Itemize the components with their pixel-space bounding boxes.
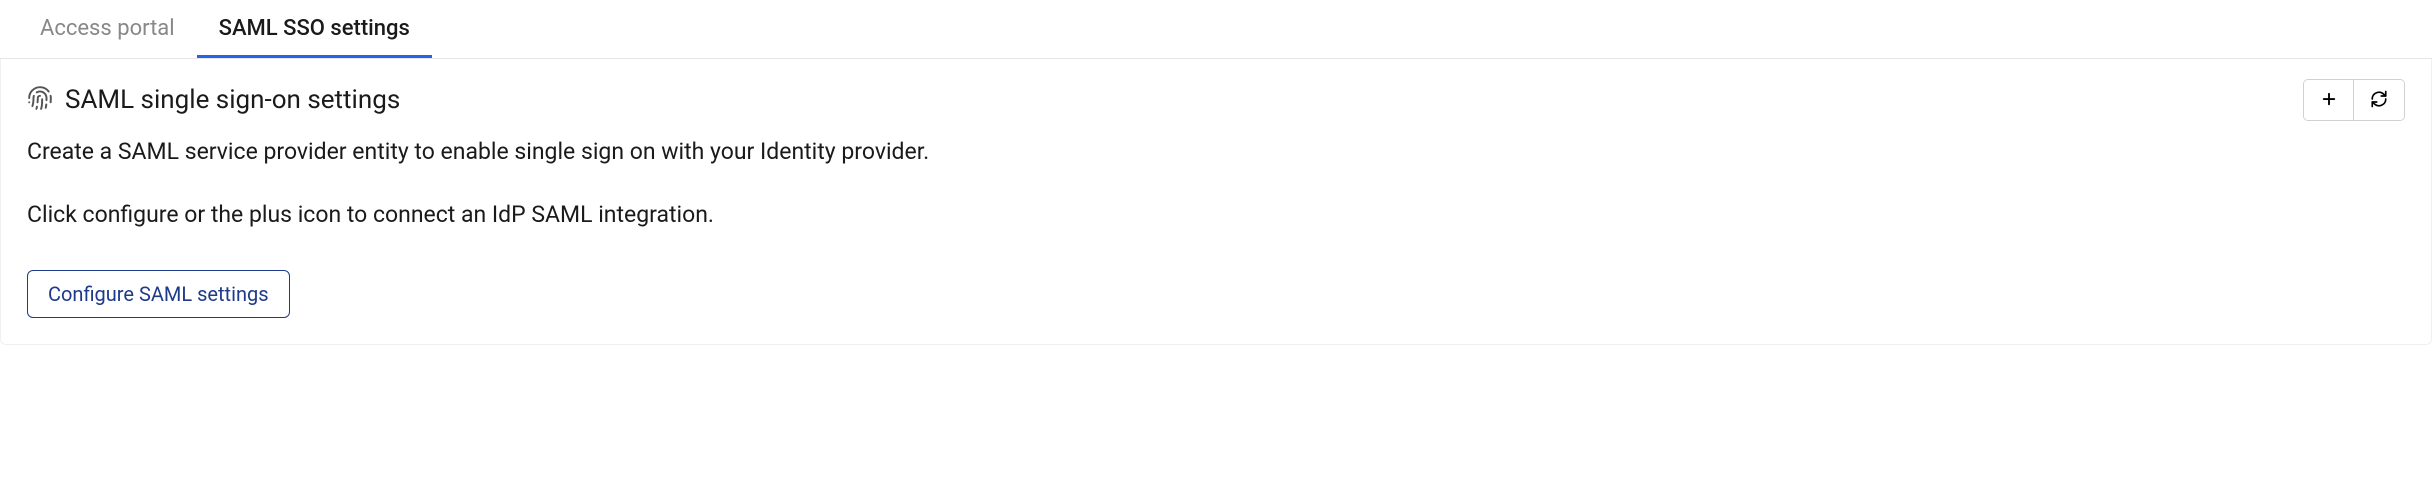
tab-saml-sso-settings[interactable]: SAML SSO settings [197,0,432,58]
title-group: SAML single sign-on settings [27,85,400,115]
tab-access-portal[interactable]: Access portal [18,0,197,58]
refresh-button[interactable] [2354,80,2404,120]
fingerprint-icon [27,85,53,115]
tabs-bar: Access portal SAML SSO settings [0,0,2432,59]
instruction-text: Click configure or the plus icon to conn… [27,198,2405,233]
add-button[interactable] [2304,80,2354,120]
header-row: SAML single sign-on settings [27,79,2405,121]
plus-icon [2320,90,2338,111]
page-title: SAML single sign-on settings [65,85,400,115]
action-button-group [2303,79,2405,121]
refresh-icon [2370,90,2388,111]
content-panel: SAML single sign-on settings [0,59,2432,345]
configure-saml-button[interactable]: Configure SAML settings [27,270,290,318]
description-text: Create a SAML service provider entity to… [27,135,2405,170]
